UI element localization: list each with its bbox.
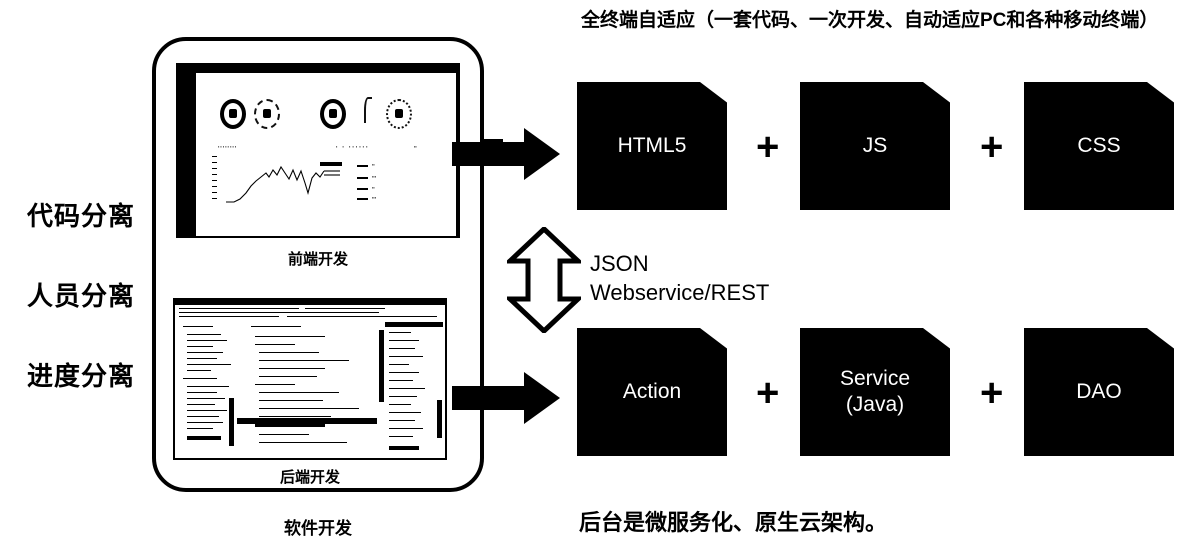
page-title: 全终端自适应（一套代码、一次开发、自动适应PC和各种移动终端） — [581, 10, 1159, 31]
separation-label-schedule: 进度分离 — [26, 361, 135, 391]
dashboard-content: ▪▪▪▪▪▪▪▪ ▪ ▪ ▪▪▪▪▪▪ ▪▪ ▪▪ ▪▪▪ ▪▪ ▪▪▪ — [196, 73, 456, 236]
card-action[interactable]: Action — [577, 328, 727, 456]
card-css-label: CSS — [1077, 133, 1121, 157]
double-arrow-vertical-icon — [507, 227, 581, 333]
ide-code-editor — [245, 322, 380, 450]
ide-scrollbar-editor[interactable] — [379, 330, 384, 402]
dashboard-header-text-mid: ▪ ▪ ▪▪▪▪▪▪ — [336, 144, 370, 149]
sparkline-path — [226, 162, 342, 203]
separation-label-people: 人员分离 — [26, 281, 135, 311]
card-dao-label: DAO — [1076, 379, 1122, 403]
gauge-icon-2 — [254, 99, 280, 129]
dashboard-line-chart: ▪▪ ▪▪▪ ▪▪ ▪▪▪ — [212, 153, 402, 203]
plus-icon-frontend-2: + — [980, 125, 1004, 169]
dashboard-header-text-left: ▪▪▪▪▪▪▪▪ — [218, 144, 238, 149]
frontend-caption: 前端开发 — [287, 251, 348, 268]
chart-legend-item-3: ▪▪ — [372, 185, 375, 190]
card-action-label: Action — [622, 379, 682, 403]
ide-menubar — [175, 300, 445, 305]
gauge-icon-3 — [320, 99, 346, 129]
card-js[interactable]: JS — [800, 82, 950, 210]
backend-caption: 后端开发 — [279, 469, 340, 486]
diagram-canvas: 代码分离 人员分离 进度分离 ▪▪▪▪▪▪▪▪ ▪ ▪ ▪▪▪▪▪▪ ▪▪ ▪▪… — [0, 0, 1193, 557]
chart-legend-item-1: ▪▪ — [372, 162, 375, 167]
json-protocol-label: JSON Webservice/REST — [590, 251, 770, 306]
arrow-to-frontend-stack — [452, 128, 560, 180]
architecture-note: 后台是微服务化、原生云架构。 — [579, 510, 888, 535]
ide-scrollbar-outline[interactable] — [437, 400, 442, 438]
card-dao[interactable]: DAO — [1024, 328, 1174, 456]
chart-legend-item-4: ▪▪▪ — [372, 195, 377, 200]
gauge-icon-1 — [220, 99, 246, 129]
backend-ide-screenshot — [173, 298, 447, 460]
gauge-icon-4 — [364, 97, 372, 123]
ide-scrollbar-tree[interactable] — [229, 398, 234, 446]
card-service[interactable]: Service (Java) — [800, 328, 950, 456]
dashboard-header-text-right: ▪▪ — [414, 144, 417, 149]
card-service-label: Service (Java) — [839, 366, 911, 416]
ide-selected-line — [237, 418, 377, 424]
card-css[interactable]: CSS — [1024, 82, 1174, 210]
plus-icon-frontend-1: + — [756, 125, 780, 169]
card-js-label: JS — [862, 133, 888, 157]
frontend-dashboard-screenshot: ▪▪▪▪▪▪▪▪ ▪ ▪ ▪▪▪▪▪▪ ▪▪ ▪▪ ▪▪▪ ▪▪ ▪▪▪ — [176, 63, 460, 238]
card-html5-label: HTML5 — [617, 133, 687, 157]
separation-label-code: 代码分离 — [26, 201, 135, 231]
arrow-to-backend-stack — [452, 372, 560, 424]
gauge-icon-5 — [386, 99, 412, 129]
plus-icon-backend-1: + — [756, 371, 780, 415]
chart-legend-item-2: ▪▪▪ — [372, 174, 377, 179]
software-development-caption: 软件开发 — [284, 519, 352, 538]
card-html5[interactable]: HTML5 — [577, 82, 727, 210]
plus-icon-backend-2: + — [980, 371, 1004, 415]
ide-outline-panel — [385, 320, 443, 450]
